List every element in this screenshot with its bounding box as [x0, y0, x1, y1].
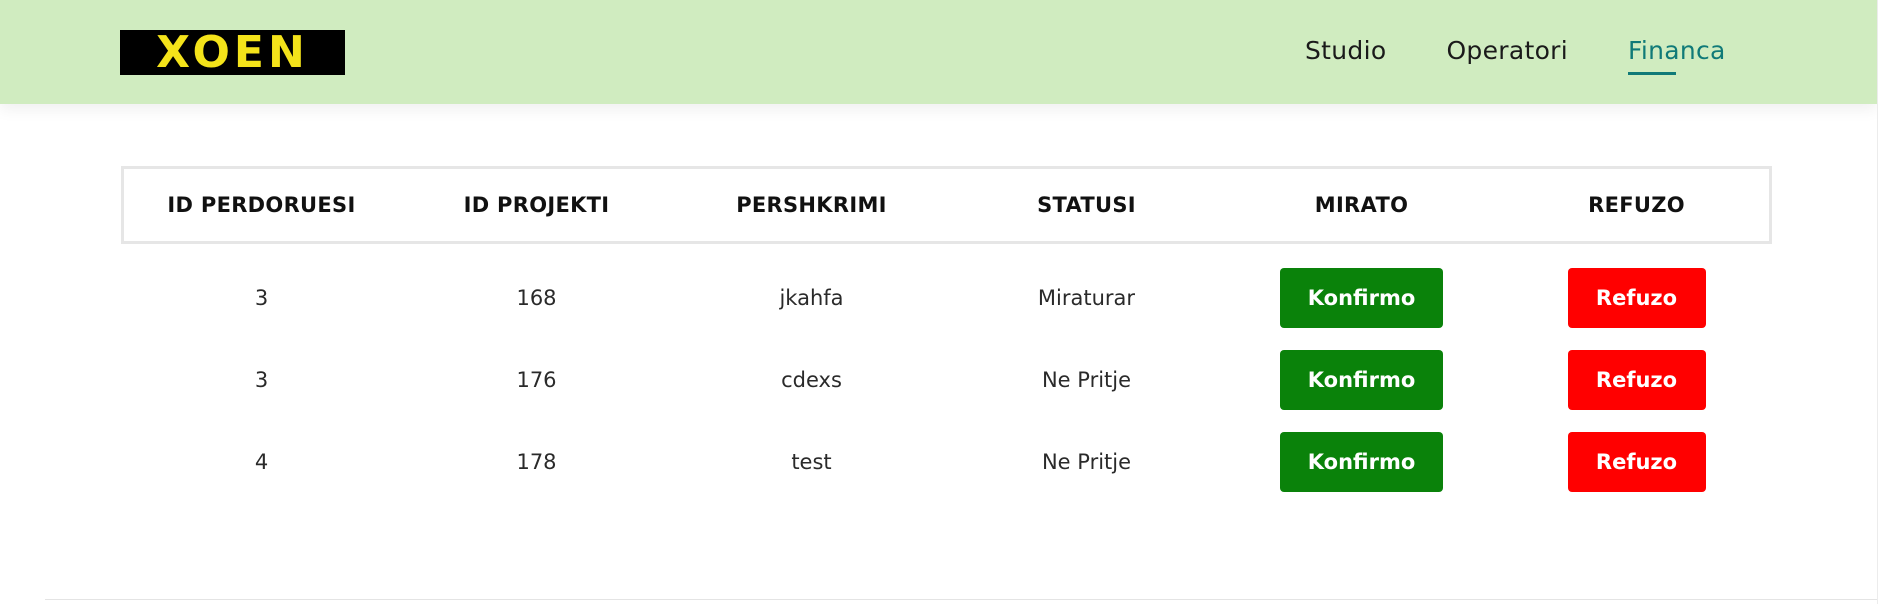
confirm-button[interactable]: Konfirmo: [1280, 350, 1443, 410]
table-header-row: ID PERDORUESI ID PROJEKTI PERSHKRIMI STA…: [121, 166, 1772, 244]
cell-id-perdoruesi: 3: [254, 286, 269, 310]
cell-id-projekti: 178: [516, 450, 557, 474]
cell-pershkrimi: test: [791, 450, 832, 474]
cell-refuzo: Refuzo: [1499, 432, 1774, 492]
cell-mirato: Konfirmo: [1224, 268, 1499, 328]
column-header-id-projekti: ID PROJEKTI: [463, 193, 610, 217]
column-header-refuzo: REFUZO: [1588, 193, 1685, 217]
cell-pershkrimi: cdexs: [781, 368, 842, 392]
column-header-id-perdoruesi: ID PERDORUESI: [167, 193, 356, 217]
table-row: 4 178 test Ne Pritje Konfirmo Refuzo: [124, 432, 1775, 492]
column-header-pershkrimi: PERSHKRIMI: [736, 193, 887, 217]
vertical-scrollbar[interactable]: [1877, 0, 1899, 604]
table-row: 3 168 jkahfa Miraturar Konfirmo Refuzo: [124, 268, 1775, 328]
column-header-mirato: MIRATO: [1314, 193, 1409, 217]
column-header-statusi: STATUSI: [1037, 193, 1136, 217]
nav-item-financa[interactable]: Financa: [1628, 34, 1726, 75]
cell-statusi: Ne Pritje: [1041, 368, 1132, 392]
main-nav: Studio Operatori Financa: [1305, 34, 1726, 75]
cell-statusi: Ne Pritje: [1041, 450, 1132, 474]
reject-button[interactable]: Refuzo: [1567, 350, 1706, 410]
cell-id-projekti: 168: [516, 286, 557, 310]
nav-item-label: Financa: [1628, 36, 1726, 65]
nav-item-label: Operatori: [1446, 36, 1568, 65]
reject-button[interactable]: Refuzo: [1567, 268, 1706, 328]
cell-refuzo: Refuzo: [1499, 350, 1774, 410]
cell-statusi: Miraturar: [1037, 286, 1136, 310]
nav-item-label: Studio: [1305, 36, 1387, 65]
top-header: XOEN Studio Operatori Financa: [0, 0, 1877, 104]
cell-refuzo: Refuzo: [1499, 268, 1774, 328]
confirm-button[interactable]: Konfirmo: [1280, 268, 1443, 328]
cell-pershkrimi: jkahfa: [779, 286, 844, 310]
cell-id-perdoruesi: 4: [254, 450, 269, 474]
table-body: 3 168 jkahfa Miraturar Konfirmo Refuzo 3…: [124, 268, 1775, 514]
logo[interactable]: XOEN: [120, 30, 345, 75]
cell-id-projekti: 176: [516, 368, 557, 392]
cell-mirato: Konfirmo: [1224, 350, 1499, 410]
cell-id-perdoruesi: 3: [254, 368, 269, 392]
nav-item-studio[interactable]: Studio: [1305, 34, 1386, 74]
cell-mirato: Konfirmo: [1224, 432, 1499, 492]
reject-button[interactable]: Refuzo: [1567, 432, 1706, 492]
active-nav-underline: [1628, 72, 1676, 75]
footer-divider: [45, 599, 1877, 600]
table-row: 3 176 cdexs Ne Pritje Konfirmo Refuzo: [124, 350, 1775, 410]
nav-item-operatori[interactable]: Operatori: [1446, 34, 1568, 74]
confirm-button[interactable]: Konfirmo: [1280, 432, 1443, 492]
